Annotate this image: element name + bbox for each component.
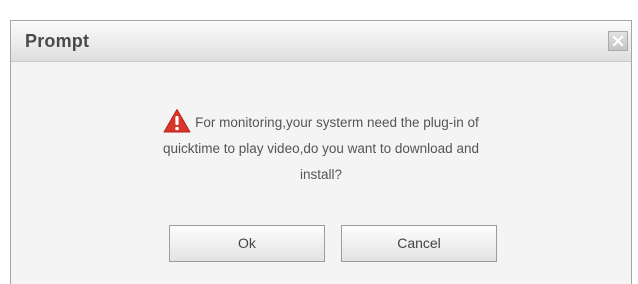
ok-button[interactable]: Ok bbox=[169, 225, 325, 262]
cancel-button[interactable]: Cancel bbox=[341, 225, 497, 262]
message-text-1: For monitoring,your systerm need the plu… bbox=[195, 115, 479, 130]
dialog-body: For monitoring,your systerm need the plu… bbox=[11, 62, 631, 284]
prompt-dialog: Prompt For monitoring,your systerm need … bbox=[10, 20, 632, 284]
dialog-titlebar[interactable]: Prompt bbox=[11, 21, 631, 62]
close-button[interactable] bbox=[608, 31, 628, 51]
message-line-3: install? bbox=[299, 167, 343, 182]
dialog-message: For monitoring,your systerm need the plu… bbox=[81, 108, 561, 188]
message-line-1: For monitoring,your systerm need the plu… bbox=[81, 108, 561, 136]
message-line-2: quicktime to play video,do you want to d… bbox=[163, 141, 479, 156]
dialog-title: Prompt bbox=[25, 31, 90, 51]
warning-icon bbox=[163, 109, 191, 133]
close-icon bbox=[612, 35, 624, 47]
